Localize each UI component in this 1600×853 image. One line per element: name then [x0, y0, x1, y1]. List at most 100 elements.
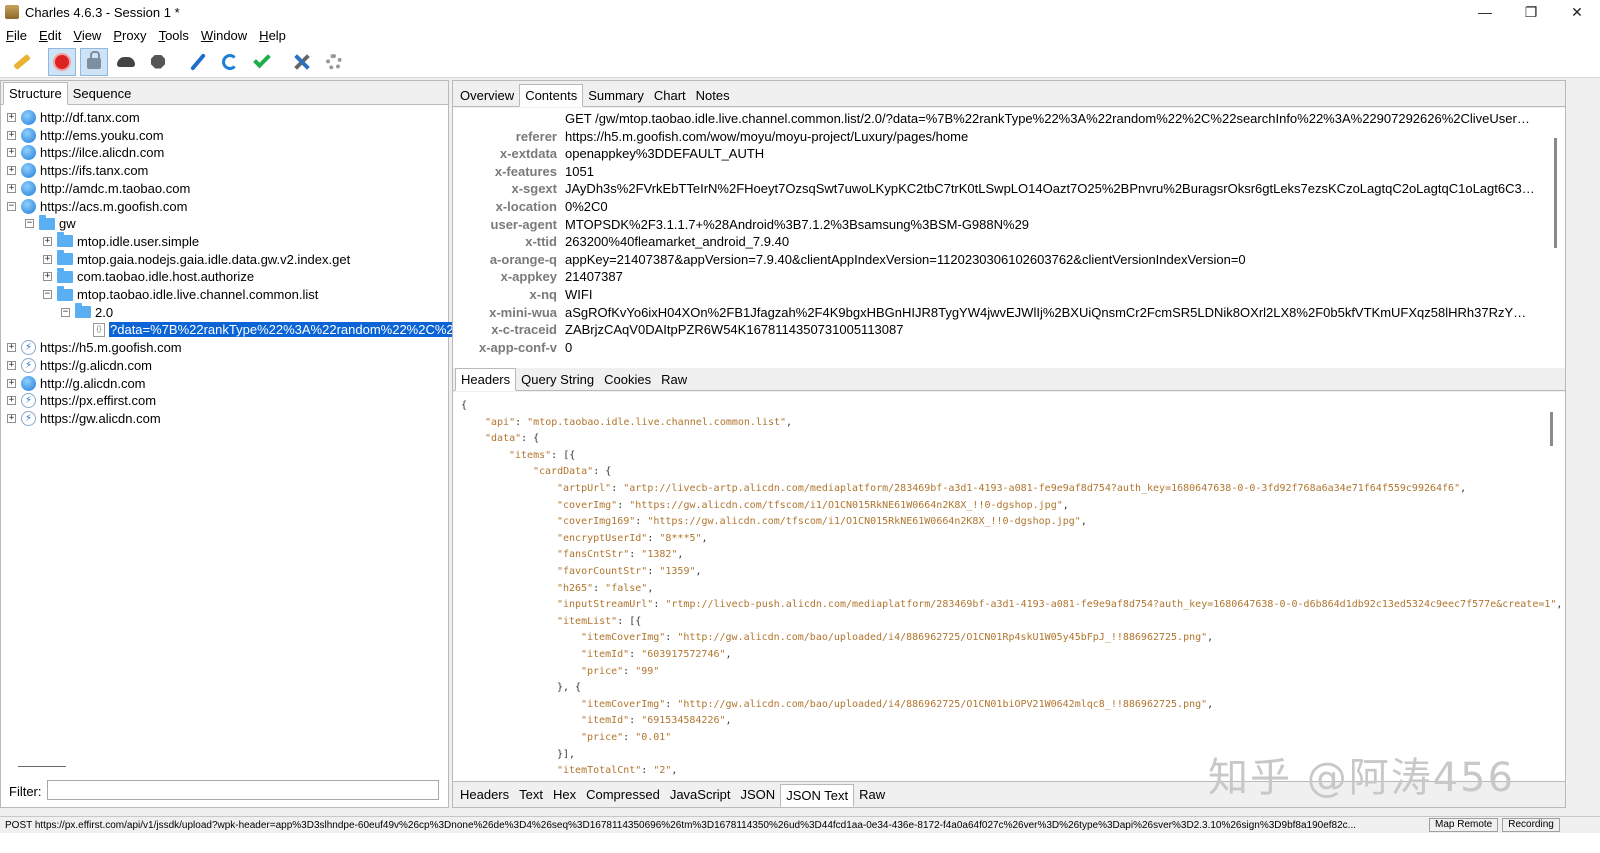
collapse-icon[interactable]: −: [25, 219, 34, 229]
header-row[interactable]: x-location 0%2C0: [453, 198, 1543, 215]
header-row[interactable]: x-appkey 21407387: [453, 268, 1543, 285]
tab-hex[interactable]: Hex: [548, 784, 581, 805]
tree-node[interactable]: − 2.0: [61, 303, 113, 321]
menu-proxy[interactable]: Proxy: [107, 28, 152, 43]
tree-node[interactable]: + http://df.tanx.com: [7, 109, 140, 126]
header-row[interactable]: x-nq WIFI: [453, 286, 1543, 303]
splitter-handle[interactable]: [18, 766, 66, 767]
tab-json-text[interactable]: JSON Text: [780, 783, 855, 807]
header-row[interactable]: x-ttid 263200%40fleamarket_android_7.9.40: [453, 233, 1543, 250]
maximize-button[interactable]: ❐: [1508, 0, 1554, 24]
lock-icon: [87, 51, 101, 69]
json-key: "favorCountStr": [557, 566, 648, 577]
expand-icon[interactable]: +: [7, 130, 16, 140]
minimize-button[interactable]: —: [1462, 0, 1508, 24]
expand-icon[interactable]: +: [43, 254, 52, 264]
tree-node[interactable]: + http://ems.youku.com: [7, 127, 164, 144]
tab-chart[interactable]: Chart: [649, 85, 691, 106]
tab-json[interactable]: JSON: [736, 784, 781, 805]
header-row[interactable]: x-sgext JAyDh3s%2FVrkEbTTeIrN%2FHoeyt7Ozs…: [453, 180, 1543, 197]
header-row[interactable]: x-mini-wua aSgROfKvYo6ixH04XOn%2FB1Jfagza…: [453, 304, 1543, 321]
expand-icon[interactable]: +: [7, 396, 16, 406]
expand-icon[interactable]: +: [7, 413, 16, 423]
tree-node[interactable]: + ⚡ https://gw.alicdn.com: [7, 410, 161, 427]
tree-node[interactable]: {} ?data=%7B%22rankType%22%3A%22random%22…: [79, 321, 455, 338]
tree-node[interactable]: + http://amdc.m.taobao.com: [7, 180, 190, 197]
expand-icon[interactable]: +: [43, 272, 52, 282]
collapse-icon[interactable]: −: [7, 201, 16, 211]
header-row[interactable]: GET /gw/mtop.taobao.idle.live.channel.co…: [453, 110, 1543, 127]
expand-icon[interactable]: +: [7, 166, 16, 176]
menu-window[interactable]: Window: [195, 28, 253, 43]
header-row[interactable]: x-features 1051: [453, 163, 1543, 180]
expand-icon[interactable]: +: [7, 343, 16, 353]
clear-session-button[interactable]: [8, 48, 36, 76]
expand-icon[interactable]: +: [7, 113, 16, 122]
throttle-button[interactable]: [112, 48, 140, 76]
expand-icon[interactable]: +: [7, 360, 16, 370]
recording-button[interactable]: Recording: [1502, 818, 1560, 832]
tab-text[interactable]: Text: [514, 784, 548, 805]
tab-request-raw[interactable]: Raw: [656, 369, 692, 390]
tab-response-headers[interactable]: Headers: [455, 784, 514, 805]
close-button[interactable]: ✕: [1554, 0, 1600, 24]
menu-help[interactable]: Help: [253, 28, 292, 43]
map-remote-button[interactable]: Map Remote: [1429, 818, 1499, 832]
menu-tools[interactable]: Tools: [153, 28, 195, 43]
tree-node[interactable]: + http://g.alicdn.com: [7, 375, 146, 392]
menu-edit[interactable]: Edit: [33, 28, 67, 43]
json-key: "itemId": [581, 715, 630, 727]
expand-icon[interactable]: +: [7, 378, 16, 388]
tab-response-raw[interactable]: Raw: [854, 784, 890, 805]
tab-cookies[interactable]: Cookies: [599, 369, 656, 390]
tree-node[interactable]: + https://ifs.tanx.com: [7, 162, 148, 179]
menu-view[interactable]: View: [67, 28, 107, 43]
expand-icon[interactable]: +: [43, 236, 52, 246]
tree-node[interactable]: − mtop.taobao.idle.live.channel.common.li…: [43, 285, 318, 303]
tab-javascript[interactable]: JavaScript: [665, 784, 736, 805]
collapse-icon[interactable]: −: [43, 290, 52, 299]
tree-node[interactable]: + mtop.idle.user.simple: [43, 232, 199, 250]
header-row[interactable]: user-agent MTOPSDK%2F3.1.1.7+%28Android%3…: [453, 216, 1543, 233]
tools-button[interactable]: [288, 48, 316, 76]
filter-input[interactable]: [47, 780, 439, 800]
header-key: x-ttid: [525, 234, 557, 250]
validate-button[interactable]: [248, 48, 276, 76]
tree-node[interactable]: + ⚡ https://px.effirst.com: [7, 392, 156, 409]
compose-button[interactable]: [184, 48, 212, 76]
header-row[interactable]: x-app-conf-v 0: [453, 339, 1543, 356]
json-scrollbar[interactable]: [1550, 412, 1553, 446]
tab-overview[interactable]: Overview: [455, 85, 519, 106]
json-key: "price": [581, 665, 624, 677]
json-text-view[interactable]: {"api": "mtop.taobao.idle.live.channel.c…: [453, 392, 1565, 782]
tree-node[interactable]: − https://acs.m.goofish.com: [7, 198, 187, 215]
header-row[interactable]: a-orange-q appKey=21407387&appVersion=7.9…: [453, 251, 1543, 268]
tab-summary[interactable]: Summary: [583, 85, 649, 106]
expand-icon[interactable]: +: [7, 148, 16, 158]
collapse-icon[interactable]: −: [61, 307, 70, 317]
tree-node[interactable]: + ⚡ https://h5.m.goofish.com: [7, 339, 182, 356]
tab-request-headers[interactable]: Headers: [455, 368, 517, 391]
repeat-button[interactable]: [216, 48, 244, 76]
header-row[interactable]: x-extdata openappkey%3DDEFAULT_AUTH: [453, 145, 1543, 162]
menu-file[interactable]: File: [0, 28, 33, 43]
tab-structure[interactable]: Structure: [3, 82, 68, 105]
headers-scrollbar[interactable]: [1554, 138, 1557, 248]
tree-node[interactable]: + mtop.gaia.nodejs.gaia.idle.data.gw.v2.i…: [43, 250, 350, 268]
expand-icon[interactable]: +: [7, 183, 16, 193]
tab-query-string[interactable]: Query String: [516, 369, 599, 390]
tab-notes[interactable]: Notes: [691, 85, 735, 106]
tab-contents[interactable]: Contents: [519, 84, 584, 107]
tree-node[interactable]: + com.taobao.idle.host.authorize: [43, 267, 254, 285]
header-row[interactable]: x-c-traceid ZABrjzCAqV0DAItpPZR6W54K16781…: [453, 321, 1543, 338]
ssl-proxying-button[interactable]: [80, 47, 108, 76]
tab-sequence[interactable]: Sequence: [68, 83, 137, 104]
settings-button[interactable]: [320, 48, 348, 76]
tree-node[interactable]: − gw: [25, 214, 76, 232]
tab-compressed[interactable]: Compressed: [581, 784, 665, 805]
tree-node[interactable]: + ⚡ https://g.alicdn.com: [7, 357, 152, 374]
header-row[interactable]: referer https://h5.m.goofish.com/wow/moyu…: [453, 128, 1543, 145]
record-button[interactable]: [48, 47, 76, 76]
tree-node[interactable]: + https://ilce.alicdn.com: [7, 144, 164, 161]
breakpoints-button[interactable]: [144, 48, 172, 76]
